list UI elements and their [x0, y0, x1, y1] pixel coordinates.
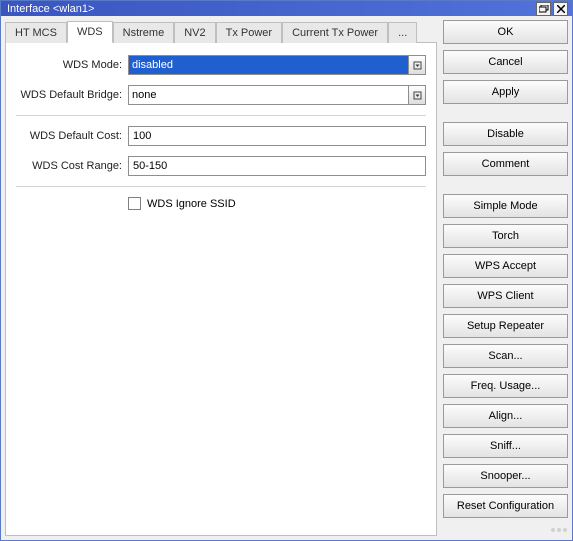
apply-button[interactable]: Apply [443, 80, 568, 104]
tab-nstreme[interactable]: Nstreme [113, 22, 175, 43]
wds-mode-dropdown-button[interactable] [408, 55, 426, 75]
label-wds-ignore-ssid: WDS Ignore SSID [147, 198, 236, 210]
torch-button[interactable]: Torch [443, 224, 568, 248]
ok-button[interactable]: OK [443, 20, 568, 44]
wds-ignore-ssid-checkbox[interactable] [128, 197, 141, 210]
separator [16, 186, 426, 187]
tab-overflow[interactable]: ... [388, 22, 417, 43]
wps-accept-button[interactable]: WPS Accept [443, 254, 568, 278]
titlebar: Interface <wlan1> [1, 1, 572, 16]
row-wds-default-cost: WDS Default Cost: [16, 126, 426, 146]
reset-configuration-button[interactable]: Reset Configuration [443, 494, 568, 518]
row-wds-default-bridge: WDS Default Bridge: [16, 85, 426, 105]
label-wds-mode: WDS Mode: [16, 59, 128, 71]
wds-default-bridge-input[interactable] [128, 85, 408, 105]
chevron-down-icon [413, 91, 422, 100]
wds-cost-range-input[interactable] [128, 156, 426, 176]
tab-bar: HT MCS WDS Nstreme NV2 Tx Power Current … [5, 20, 437, 43]
disable-button[interactable]: Disable [443, 122, 568, 146]
separator [16, 115, 426, 116]
wds-default-bridge-combo[interactable] [128, 85, 426, 105]
resize-grip[interactable] [551, 524, 568, 536]
sniff-button[interactable]: Sniff... [443, 434, 568, 458]
row-wds-ignore-ssid: WDS Ignore SSID [16, 197, 426, 210]
tab-tx-power[interactable]: Tx Power [216, 22, 282, 43]
wds-tab-panel: WDS Mode: [5, 43, 437, 536]
restore-button[interactable] [536, 2, 551, 16]
close-button[interactable] [553, 2, 568, 16]
cancel-button[interactable]: Cancel [443, 50, 568, 74]
wds-default-cost-input[interactable] [128, 126, 426, 146]
wps-client-button[interactable]: WPS Client [443, 284, 568, 308]
side-button-panel: OK Cancel Apply Disable Comment Simple M… [443, 20, 568, 536]
row-wds-cost-range: WDS Cost Range: [16, 156, 426, 176]
snooper-button[interactable]: Snooper... [443, 464, 568, 488]
main-panel: HT MCS WDS Nstreme NV2 Tx Power Current … [5, 20, 437, 536]
label-wds-default-bridge: WDS Default Bridge: [16, 89, 128, 101]
tab-current-tx-power[interactable]: Current Tx Power [282, 22, 388, 43]
label-wds-cost-range: WDS Cost Range: [16, 160, 128, 172]
tab-nv2[interactable]: NV2 [174, 22, 215, 43]
scan-button[interactable]: Scan... [443, 344, 568, 368]
row-wds-mode: WDS Mode: [16, 55, 426, 75]
comment-button[interactable]: Comment [443, 152, 568, 176]
setup-repeater-button[interactable]: Setup Repeater [443, 314, 568, 338]
wds-mode-combo[interactable] [128, 55, 426, 75]
client-area: HT MCS WDS Nstreme NV2 Tx Power Current … [1, 16, 572, 540]
interface-window: Interface <wlan1> HT MCS WDS Nstreme NV2… [0, 0, 573, 541]
close-icon [557, 5, 565, 13]
align-button[interactable]: Align... [443, 404, 568, 428]
freq-usage-button[interactable]: Freq. Usage... [443, 374, 568, 398]
restore-icon [539, 5, 549, 13]
tab-ht-mcs[interactable]: HT MCS [5, 22, 67, 43]
chevron-down-icon [413, 61, 422, 70]
tab-wds[interactable]: WDS [67, 21, 113, 43]
window-title: Interface <wlan1> [7, 3, 534, 15]
simple-mode-button[interactable]: Simple Mode [443, 194, 568, 218]
wds-mode-input[interactable] [128, 55, 408, 75]
wds-default-bridge-dropdown-button[interactable] [408, 85, 426, 105]
label-wds-default-cost: WDS Default Cost: [16, 130, 128, 142]
